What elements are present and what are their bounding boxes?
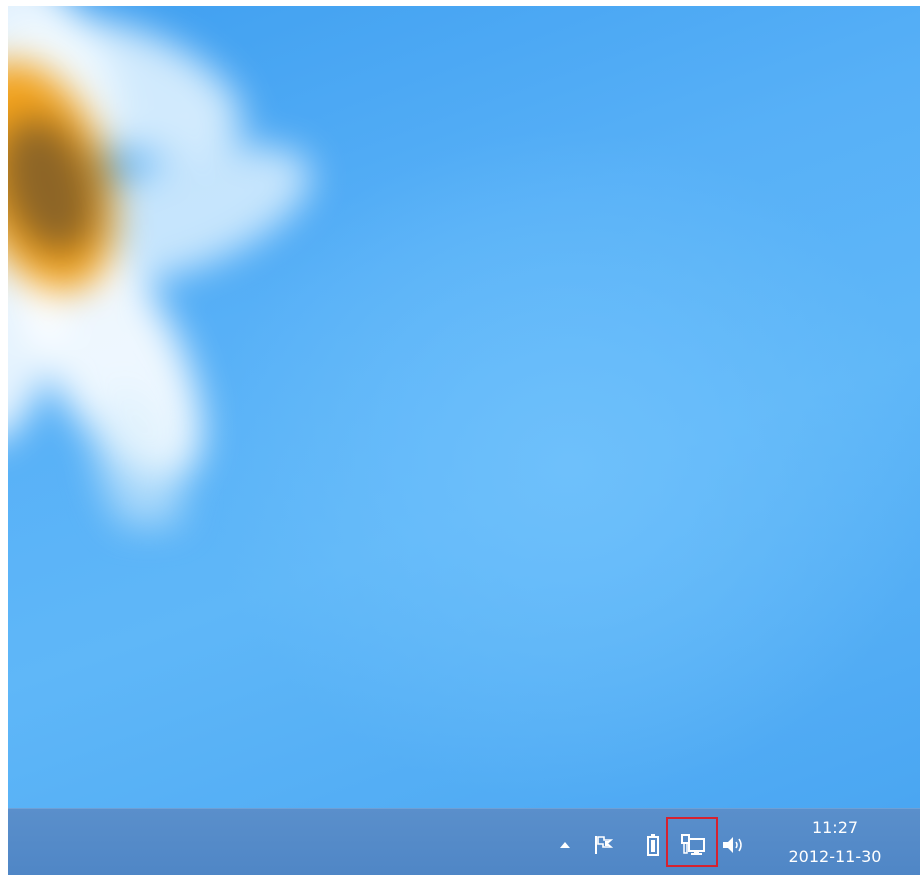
- speaker-icon: [723, 837, 742, 853]
- clock-date: 2012-11-30: [788, 847, 882, 866]
- battery-level-icon: [647, 834, 659, 856]
- flag-icon: [595, 836, 613, 854]
- action-center-flag-icon[interactable]: [592, 833, 614, 857]
- clock-time: 11:27: [811, 818, 859, 837]
- desktop-wallpaper[interactable]: [8, 6, 920, 808]
- system-clock[interactable]: 11:27 2012-11-30: [780, 817, 890, 869]
- taskbar: 11:27 2012-11-30: [8, 808, 920, 875]
- flower-wallpaper-image: [8, 6, 311, 526]
- screen: 11:27 2012-11-30: [8, 6, 920, 875]
- network-icon-highlight: [666, 817, 718, 867]
- chevron-up-icon: [560, 842, 570, 848]
- show-hidden-icons-icon[interactable]: [554, 833, 576, 857]
- volume-icon[interactable]: [720, 833, 746, 857]
- battery-icon[interactable]: [642, 833, 664, 857]
